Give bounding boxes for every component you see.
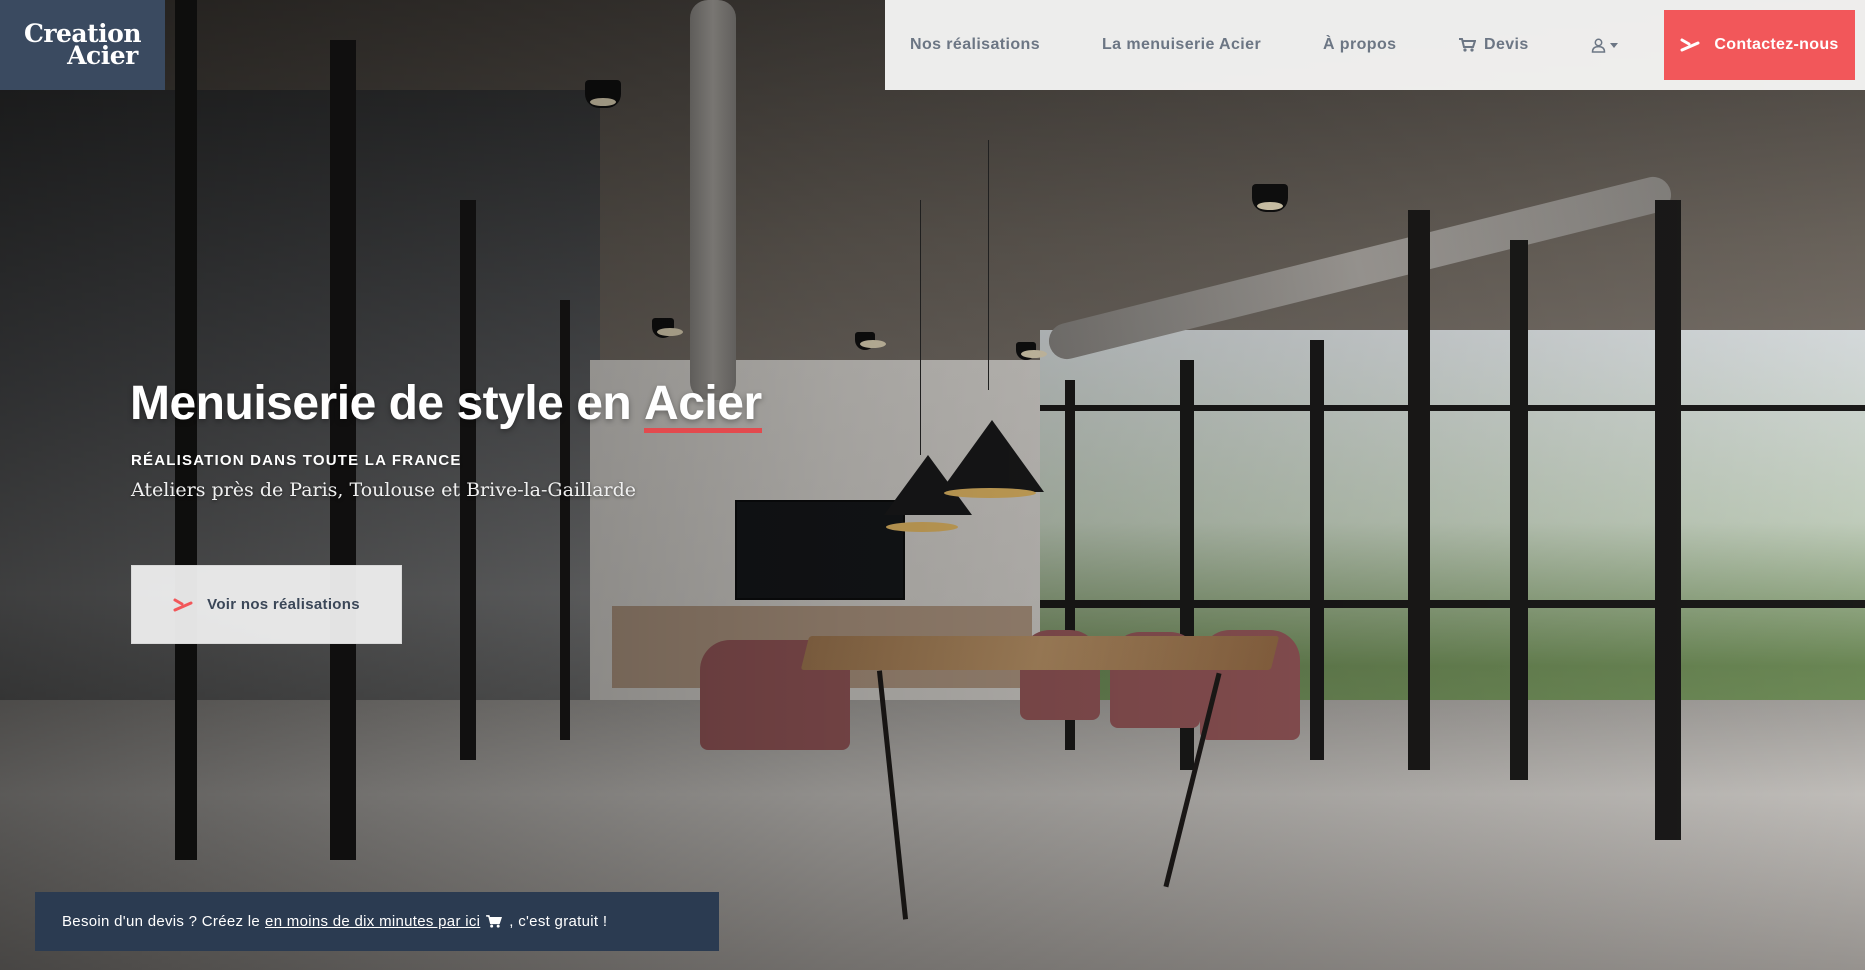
cart-icon xyxy=(1459,38,1476,52)
view-projects-button[interactable]: Voir nos réalisations xyxy=(131,565,402,644)
quote-banner: Besoin d'un devis ? Créez le en moins de… xyxy=(35,892,719,951)
nav-link-devis-label: Devis xyxy=(1484,36,1529,53)
nav-link-realisations[interactable]: Nos réalisations xyxy=(910,36,1040,54)
nav-link-a-propos[interactable]: À propos xyxy=(1323,36,1396,54)
view-projects-label: Voir nos réalisations xyxy=(207,596,360,613)
contact-button-label: Contactez-nous xyxy=(1714,36,1839,53)
hero-subtitle: Ateliers près de Paris, Toulouse et Briv… xyxy=(131,479,636,501)
chevron-down-icon xyxy=(1610,42,1618,48)
nav-link-devis[interactable]: Devis xyxy=(1459,36,1529,54)
site-logo[interactable]: Creation Acier xyxy=(0,0,165,90)
logo-line-2: Acier xyxy=(67,41,138,70)
brand-slash-icon xyxy=(173,598,193,611)
hero-kicker: RÉALISATION DANS TOUTE LA FRANCE xyxy=(131,452,462,469)
cart-icon xyxy=(486,915,503,928)
user-icon xyxy=(1591,38,1606,53)
main-navbar: Nos réalisations La menuiserie Acier À p… xyxy=(885,0,1865,90)
quote-banner-link[interactable]: en moins de dix minutes par ici xyxy=(265,913,503,930)
brand-slash-icon xyxy=(1680,38,1700,52)
contact-button[interactable]: Contactez-nous xyxy=(1664,10,1855,80)
hero-title-prefix: Menuiserie de style en xyxy=(130,377,632,430)
hero-title: Menuiserie de style en Acier xyxy=(130,376,762,433)
account-menu-toggle[interactable] xyxy=(1591,38,1618,53)
quote-banner-suffix: , c'est gratuit ! xyxy=(509,913,608,930)
hero-title-accent: Acier xyxy=(644,377,762,433)
quote-banner-text: Besoin d'un devis ? Créez le xyxy=(62,913,261,930)
nav-link-menuiserie-acier[interactable]: La menuiserie Acier xyxy=(1102,36,1261,54)
quote-banner-link-label: en moins de dix minutes par ici xyxy=(265,913,481,930)
